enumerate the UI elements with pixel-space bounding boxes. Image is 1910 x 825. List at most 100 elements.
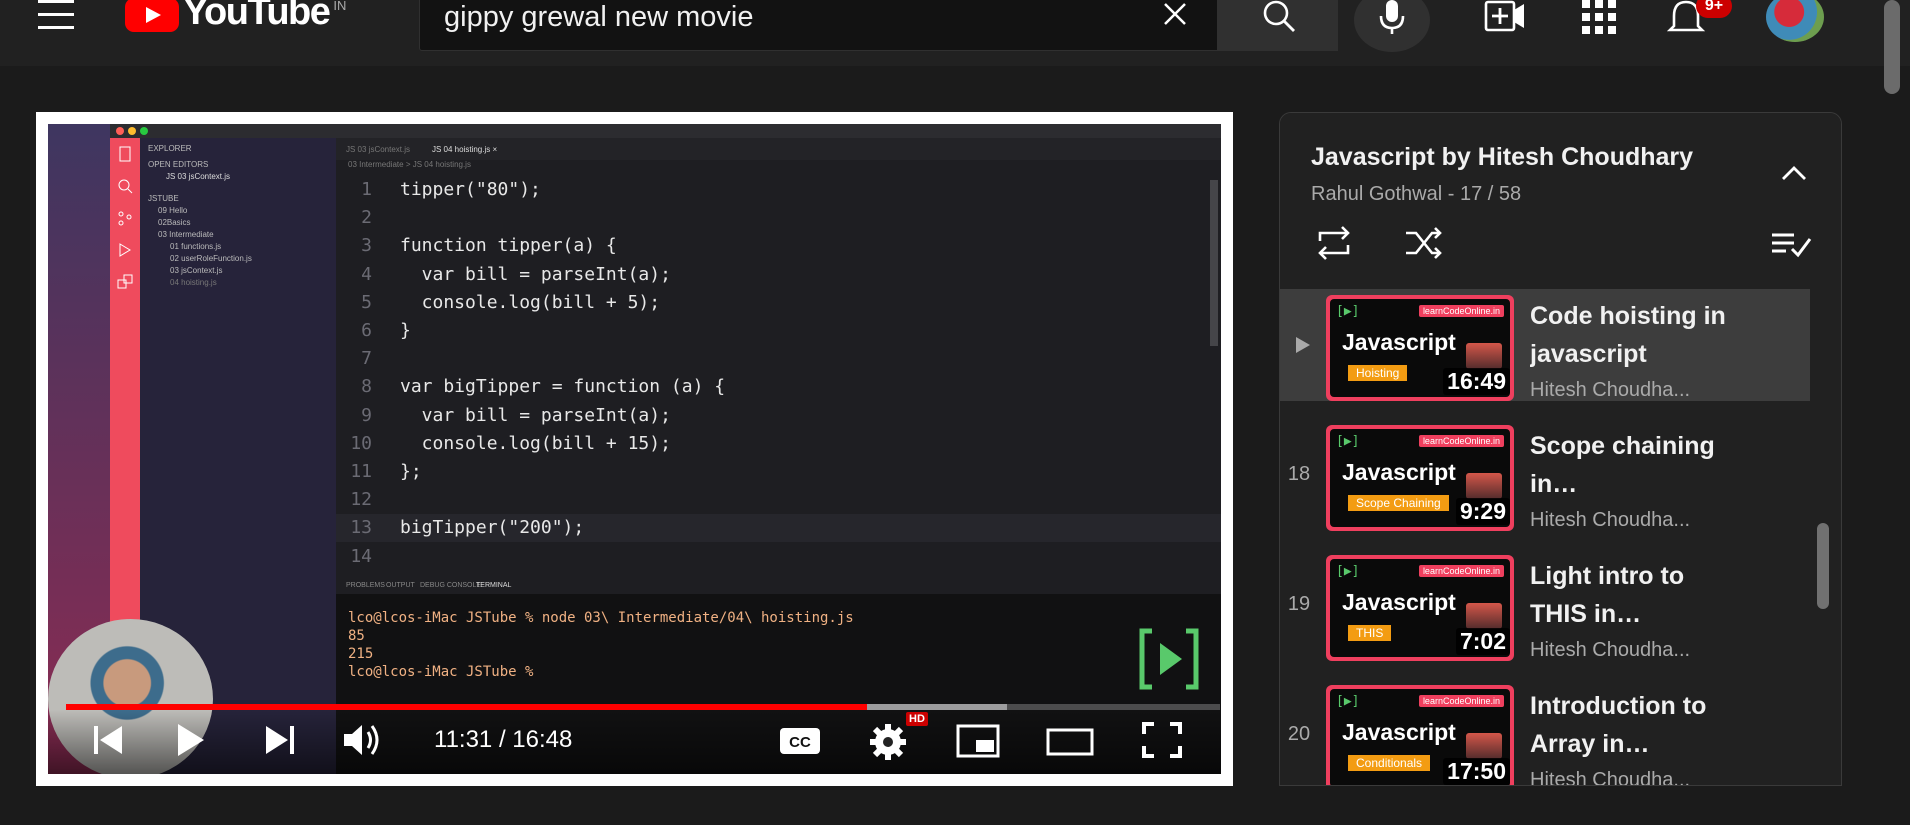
code-text: tipper("80"); xyxy=(400,179,541,200)
playlist-video-channel[interactable]: Hitesh Choudha... xyxy=(1530,639,1690,662)
play-logo-icon xyxy=(125,0,179,32)
menu-icon[interactable] xyxy=(38,0,76,30)
code-text: console.log(bill + 15); xyxy=(400,432,671,454)
search-input[interactable] xyxy=(444,0,1134,37)
code-text: } xyxy=(400,320,411,341)
playlist-video-channel[interactable]: Hitesh Choudha... xyxy=(1530,769,1690,785)
thumbnail-heading: Javascript xyxy=(1342,589,1456,615)
learncodeonline-logo-icon xyxy=(1139,628,1199,690)
line-number: 13 xyxy=(350,517,372,539)
code-line: 2 xyxy=(336,204,1221,232)
playlist-scrollbar[interactable] xyxy=(1817,523,1829,609)
player-controls: 11:31 / 16:48 CC HD xyxy=(48,710,1221,774)
page-scrollbar[interactable] xyxy=(1884,0,1900,94)
shuffle-playlist-icon[interactable] xyxy=(1402,221,1446,265)
svg-text:CC: CC xyxy=(789,734,811,751)
line-number: 8 xyxy=(361,376,372,398)
line-number: 2 xyxy=(361,207,372,229)
settings-gear-icon[interactable] xyxy=(866,720,914,760)
video-frame[interactable]: EXPLORER OPEN EDITORS JS 03 jsContext.js… xyxy=(48,124,1221,774)
playlist-item[interactable]: 19 [▶] learnCodeOnline.in Javascript THIS 7:0… xyxy=(1280,549,1810,661)
playlist-item[interactable]: 20 [▶] learnCodeOnline.in Javascript Conditi… xyxy=(1280,679,1810,785)
play-icon[interactable] xyxy=(166,720,214,760)
miniplayer-icon[interactable] xyxy=(954,720,1002,760)
extensions-icon xyxy=(117,274,133,289)
debug-icon xyxy=(119,243,131,257)
code-text: bigTipper("200"); xyxy=(400,517,585,539)
terminal-line: lco@lcos-iMac JSTube % xyxy=(348,664,542,680)
youtube-logo[interactable]: YouTube IN xyxy=(125,0,346,36)
previous-icon[interactable] xyxy=(84,720,132,760)
editor-tabs: JS 03 jsContext.js JS 04 hoisting.js × xyxy=(336,138,1221,160)
thumbnail-bracket-icon: [▶] xyxy=(1336,304,1360,319)
playlist-video-title[interactable]: Introduction to Array in… xyxy=(1530,687,1730,763)
thumbnail-topic-tag: THIS xyxy=(1348,625,1392,641)
thumbnail-heading: Javascript xyxy=(1342,329,1456,355)
playlist-title[interactable]: Javascript by Hitesh Choudhary xyxy=(1311,143,1693,172)
playlist-items: [▶] learnCodeOnline.in Javascript Hoisting 1… xyxy=(1280,289,1825,785)
voice-search-button[interactable] xyxy=(1354,0,1430,52)
playlist-index: 19 xyxy=(1287,593,1311,615)
time-display: 11:31 / 16:48 xyxy=(434,726,573,753)
search-box xyxy=(419,0,1218,51)
line-number: 10 xyxy=(350,432,372,454)
video-duration: 7:02 xyxy=(1455,628,1510,655)
video-player[interactable]: EXPLORER OPEN EDITORS JS 03 jsContext.js… xyxy=(36,112,1233,786)
playlist-video-title[interactable]: Light intro to THIS in… xyxy=(1530,557,1730,633)
next-icon[interactable] xyxy=(256,720,304,760)
search-icon xyxy=(118,179,133,194)
volume-icon[interactable] xyxy=(338,720,386,760)
code-text: var bill = parseInt(a); xyxy=(400,263,671,285)
hd-badge: HD xyxy=(906,712,928,726)
editor-breadcrumb: 03 Intermediate > JS 04 hoisting.js xyxy=(348,160,471,169)
search-icon xyxy=(1263,0,1295,32)
code-line: 10 console.log(bill + 15); xyxy=(336,430,1221,458)
line-number: 6 xyxy=(361,320,372,341)
code-text: console.log(bill + 5); xyxy=(400,291,661,313)
playlist-video-title[interactable]: Scope chaining in… xyxy=(1530,427,1730,503)
thumbnail-site-label: learnCodeOnline.in xyxy=(1418,435,1504,447)
editor-scrollbar xyxy=(1210,180,1218,346)
code-area: 1 tipper("80"); 2 3 function tipper(a) {4 va… xyxy=(336,176,1221,586)
mic-icon xyxy=(1379,0,1405,34)
logo-text: YouTube xyxy=(183,0,331,33)
line-number: 14 xyxy=(350,545,372,567)
save-playlist-icon[interactable] xyxy=(1768,221,1812,265)
thumbnail-heading: Javascript xyxy=(1342,459,1456,485)
thumbnail-site-label: learnCodeOnline.in xyxy=(1418,305,1504,317)
line-number: 9 xyxy=(361,404,372,426)
create-video-icon[interactable] xyxy=(1484,0,1528,34)
video-thumbnail[interactable]: [▶] learnCodeOnline.in Javascript Condition… xyxy=(1326,685,1514,785)
search-button[interactable] xyxy=(1218,0,1338,51)
account-avatar[interactable] xyxy=(1766,0,1824,42)
code-line: 5 console.log(bill + 5); xyxy=(336,289,1221,317)
video-thumbnail[interactable]: [▶] learnCodeOnline.in Javascript Scope Cha… xyxy=(1326,425,1514,531)
playlist-video-channel[interactable]: Hitesh Choudha... xyxy=(1530,509,1690,532)
playlist-video-title[interactable]: Code hoisting in javascript xyxy=(1530,297,1730,373)
code-text: function tipper(a) { xyxy=(400,235,617,257)
video-thumbnail[interactable]: [▶] learnCodeOnline.in Javascript THIS 7:02 xyxy=(1326,555,1514,661)
apps-grid-icon[interactable] xyxy=(1578,0,1622,34)
notification-count-badge: 9+ xyxy=(1696,0,1732,18)
thumbnail-topic-tag: Hoisting xyxy=(1348,365,1408,381)
theater-mode-icon[interactable] xyxy=(1046,720,1094,760)
playlist-video-channel[interactable]: Hitesh Choudha... xyxy=(1530,379,1690,402)
line-number: 7 xyxy=(361,348,372,370)
video-duration: 17:50 xyxy=(1443,758,1510,785)
code-line: 6} xyxy=(336,317,1221,345)
captions-icon[interactable]: CC xyxy=(776,720,824,760)
fullscreen-icon[interactable] xyxy=(1138,720,1186,760)
now-playing-icon xyxy=(1296,337,1310,353)
playlist-item[interactable]: [▶] learnCodeOnline.in Javascript Hoisting 1… xyxy=(1280,289,1810,401)
video-thumbnail[interactable]: [▶] learnCodeOnline.in Javascript Hoisting 1… xyxy=(1326,295,1514,401)
code-line: 8 var bigTipper = function (a) { xyxy=(336,373,1221,401)
chevron-up-icon[interactable] xyxy=(1777,157,1811,191)
thumbnail-topic-tag: Scope Chaining xyxy=(1348,495,1449,511)
playlist-index: 18 xyxy=(1287,463,1311,485)
code-text: }; xyxy=(400,461,422,482)
thumbnail-presenter-image xyxy=(1466,473,1502,499)
editor-panel-tabs: PROBLEMS OUTPUT DEBUG CONSOLE TERMINAL xyxy=(346,582,512,589)
clear-search-icon[interactable] xyxy=(1160,0,1190,29)
loop-playlist-icon[interactable] xyxy=(1312,221,1356,265)
playlist-item[interactable]: 18 [▶] learnCodeOnline.in Javascript Scope C… xyxy=(1280,419,1810,531)
